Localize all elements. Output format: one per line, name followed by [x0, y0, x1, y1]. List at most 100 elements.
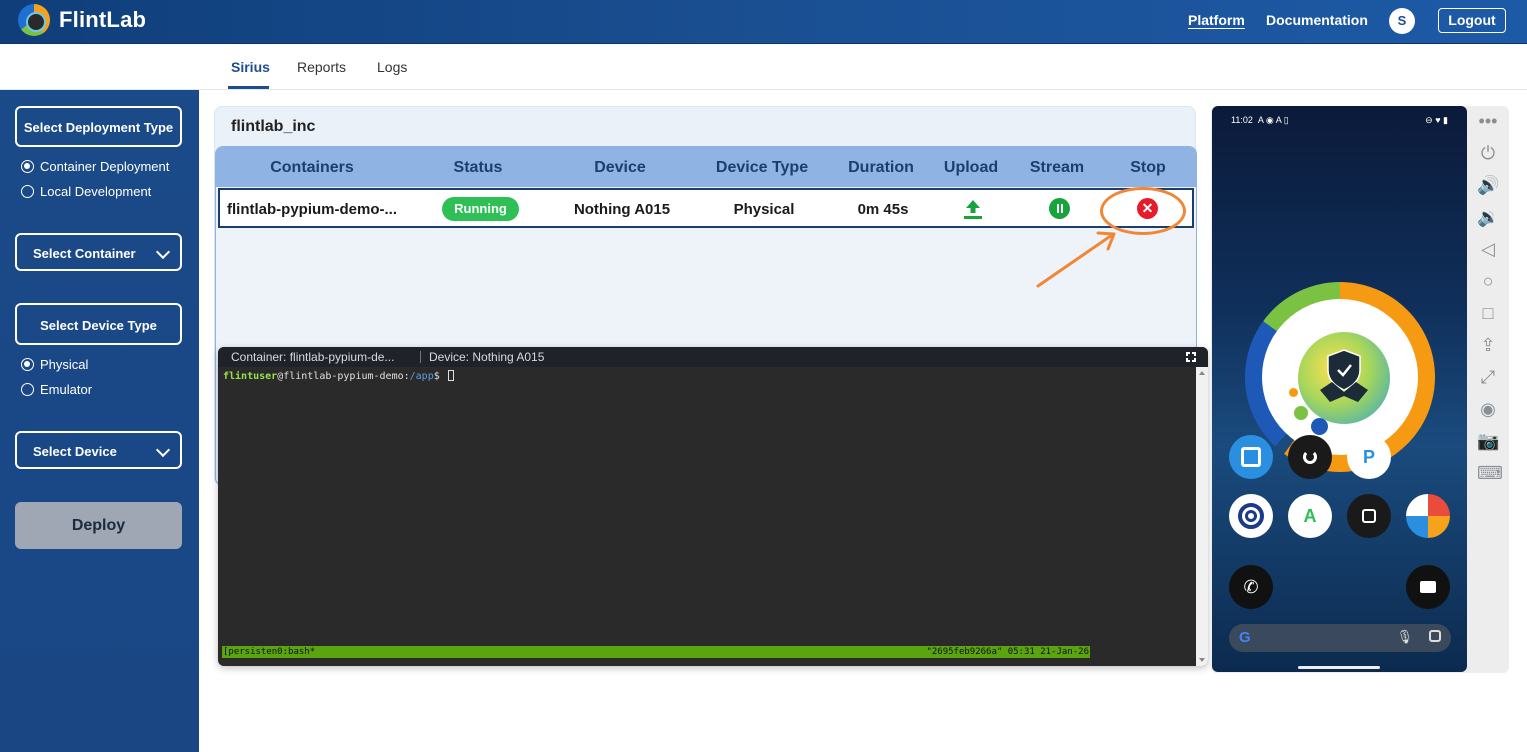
tab-logs[interactable]: Logs: [377, 59, 407, 75]
nav-documentation-link[interactable]: Documentation: [1266, 12, 1368, 28]
app-gear-icon[interactable]: [1347, 494, 1391, 538]
select-deployment-type-label: Select Deployment Type: [23, 120, 174, 135]
tmux-session: [persisten0:bash*: [223, 647, 316, 657]
cell-container: flintlab-pypium-demo-...: [227, 201, 397, 218]
col-device: Device: [594, 159, 646, 176]
deploy-button[interactable]: Deploy: [15, 502, 182, 549]
terminal-container-label: Container: flintlab-pypium-de...: [231, 350, 395, 364]
keyboard-icon[interactable]: ⌨: [1477, 462, 1503, 484]
status-time: 11:02: [1231, 115, 1253, 125]
upload-icon[interactable]: ⇪: [1477, 334, 1499, 356]
app-dark-icon[interactable]: [1288, 435, 1332, 479]
radio-physical[interactable]: Physical: [21, 357, 88, 372]
overview-icon[interactable]: □: [1477, 302, 1499, 324]
back-icon[interactable]: ◁: [1477, 238, 1499, 260]
volume-up-icon[interactable]: 🔊: [1477, 174, 1499, 196]
table-header: Containers Status Device Device Type Dur…: [216, 147, 1196, 187]
google-logo: G: [1239, 629, 1251, 646]
power-icon[interactable]: ⏻: [1477, 142, 1499, 164]
tmux-host-time: "2695feb9266a" 05:31 21-Jan-26: [926, 647, 1089, 657]
prompt-host: @flintlab-pypium-demo:: [277, 371, 410, 382]
more-icon[interactable]: •••: [1477, 110, 1499, 132]
terminal-prompt: flintuser@flintlab-pypium-demo:/app$: [223, 370, 454, 382]
mic-icon[interactable]: 🎙: [1396, 629, 1413, 645]
fullscreen-icon[interactable]: [1185, 351, 1197, 363]
gesture-nav-bar[interactable]: [1298, 666, 1380, 669]
radio-checked-icon: [21, 160, 34, 173]
logout-button[interactable]: Logout: [1438, 8, 1506, 33]
cell-device: Nothing A015: [573, 201, 671, 218]
app-a-icon[interactable]: A: [1288, 494, 1332, 538]
security-handshake-icon: [1298, 332, 1390, 424]
col-stream: Stream: [1029, 159, 1085, 176]
cell-duration: 0m 45s: [857, 201, 909, 218]
nav-platform-link[interactable]: Platform: [1188, 12, 1245, 28]
col-status: Status: [453, 159, 503, 176]
annotation-arrow-icon: [1036, 231, 1116, 288]
prompt-path: /app: [409, 371, 434, 382]
app-spiral-icon[interactable]: [1229, 494, 1273, 538]
radio-container-deployment[interactable]: Container Deployment: [21, 159, 169, 174]
status-icons-right: ⊖ ♥ ▮: [1425, 115, 1448, 125]
terminal-header: Container: flintlab-pypium-de... Device:…: [218, 347, 1208, 367]
device-screen[interactable]: 11:02 A ◉ A ▯ ⊖ ♥ ▮ P A ✆ G 🎙: [1212, 106, 1467, 672]
status-bar-left: 11:02 A ◉ A ▯: [1231, 115, 1289, 126]
tmux-status-bar: [persisten0:bash* "2695feb9266a" 05:31 2…: [222, 646, 1090, 658]
radio-unchecked-icon: [21, 185, 34, 198]
flintlab-logo-icon[interactable]: [18, 4, 50, 36]
terminal-scrollbar[interactable]: [1196, 367, 1208, 666]
wallpaper-dot: [1294, 406, 1308, 420]
expand-icon[interactable]: ⤢: [1477, 366, 1499, 388]
tab-sirius[interactable]: Sirius: [231, 59, 270, 75]
radio-label: Container Deployment: [40, 159, 170, 174]
terminal-device-label: Device: Nothing A015: [429, 350, 545, 364]
tab-reports[interactable]: Reports: [297, 59, 346, 75]
volume-down-icon[interactable]: 🔉: [1477, 206, 1499, 228]
app-p-icon[interactable]: P: [1347, 435, 1391, 479]
table-row[interactable]: flintlab-pypium-demo-... Running Nothing…: [218, 188, 1194, 228]
radio-label: Physical: [40, 357, 89, 372]
camera-app-icon[interactable]: [1406, 565, 1450, 609]
top-navbar: FlintLab Platform Documentation S Logout: [0, 0, 1527, 44]
radio-label: Emulator: [40, 382, 93, 397]
col-device-type: Device Type: [715, 159, 809, 176]
prompt-user: flintuser: [223, 371, 278, 382]
tab-bar: Sirius Reports Logs: [0, 44, 1527, 90]
upload-icon[interactable]: [961, 197, 985, 221]
col-duration: Duration: [848, 159, 914, 176]
google-search-bar[interactable]: G 🎙: [1229, 624, 1451, 652]
phone-app-icon[interactable]: ✆: [1229, 565, 1273, 609]
radio-checked-icon: [21, 358, 34, 371]
select-deployment-type-button[interactable]: Select Deployment Type: [15, 106, 182, 147]
radio-unchecked-icon: [21, 383, 34, 396]
select-device-type-button[interactable]: Select Device Type: [15, 303, 182, 345]
camera-icon[interactable]: 📷: [1477, 430, 1499, 452]
home-icon[interactable]: ○: [1477, 270, 1499, 292]
status-icons-left: A ◉ A ▯: [1257, 115, 1289, 125]
header-divider: [420, 351, 421, 363]
org-title: flintlab_inc: [231, 118, 316, 135]
select-container-dropdown[interactable]: Select Container: [15, 233, 182, 271]
radio-label: Local Development: [40, 184, 152, 199]
status-badge: Running: [442, 197, 519, 221]
user-avatar[interactable]: S: [1389, 8, 1415, 34]
col-stop: Stop: [1130, 159, 1166, 176]
active-tab-indicator: [228, 86, 269, 89]
brand-name[interactable]: FlintLab: [59, 7, 146, 33]
radio-emulator[interactable]: Emulator: [21, 382, 92, 397]
record-icon[interactable]: ◉: [1477, 398, 1499, 420]
wallpaper-dot: [1289, 388, 1298, 397]
app-square-icon[interactable]: [1229, 435, 1273, 479]
app-photos-icon[interactable]: [1406, 494, 1450, 538]
lens-icon[interactable]: [1429, 630, 1441, 642]
terminal-window[interactable]: Container: flintlab-pypium-de... Device:…: [218, 347, 1208, 666]
pause-icon[interactable]: [1049, 198, 1070, 219]
select-device-dropdown[interactable]: Select Device: [15, 431, 182, 469]
sidebar: Select Deployment Type Container Deploym…: [0, 90, 199, 752]
prompt-suffix: $: [433, 371, 446, 382]
wallpaper-dot: [1311, 418, 1328, 435]
radio-local-development[interactable]: Local Development: [21, 184, 151, 199]
select-device-type-label: Select Device Type: [40, 318, 157, 333]
cell-device-type: Physical: [733, 201, 795, 218]
col-upload: Upload: [943, 159, 999, 176]
